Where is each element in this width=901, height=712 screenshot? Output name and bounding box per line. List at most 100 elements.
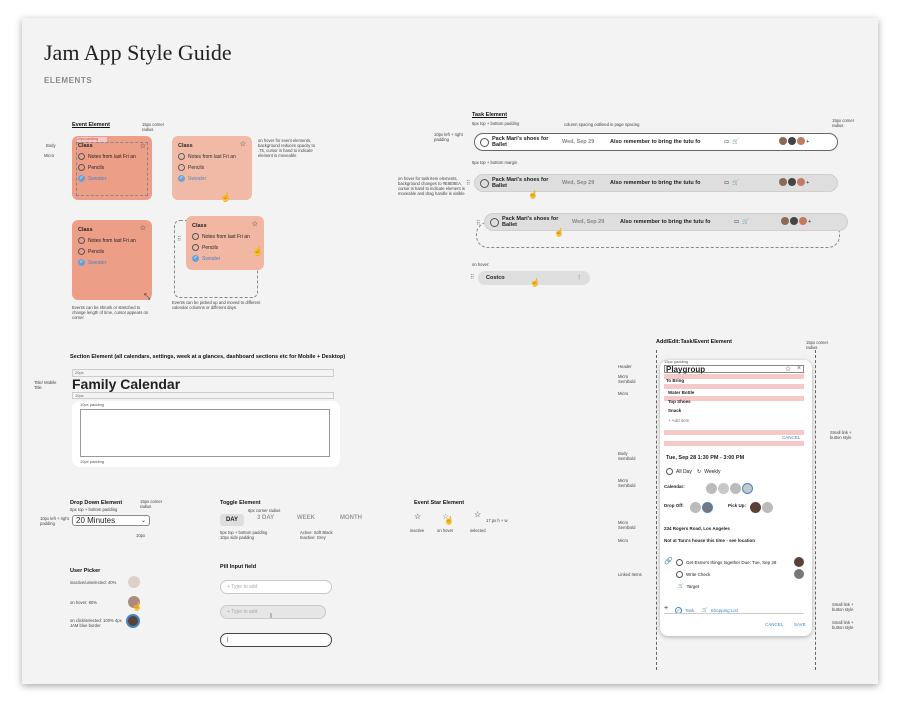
circle-icon[interactable] bbox=[192, 233, 199, 240]
circle-icon[interactable] bbox=[78, 237, 85, 244]
event-card[interactable]: 10px padding Class ☆ Notes from last Fri… bbox=[72, 136, 152, 200]
event-card-resize[interactable]: Class ☆ Notes from last Fri an Pencils ✓… bbox=[72, 220, 152, 302]
avatar[interactable] bbox=[779, 137, 806, 147]
pick-up-avatars[interactable] bbox=[750, 500, 774, 518]
cart-icon[interactable]: 🛒 bbox=[732, 180, 739, 186]
toggle-week[interactable]: WEEK bbox=[297, 515, 315, 521]
add-item-link[interactable]: + Add item bbox=[668, 418, 689, 423]
close-icon[interactable]: × bbox=[797, 365, 801, 372]
avatar[interactable] bbox=[126, 614, 140, 628]
check-icon[interactable]: ✓ bbox=[192, 255, 199, 262]
star-icon[interactable]: ☆ bbox=[240, 140, 246, 148]
list-item[interactable]: Notes from last Fri an bbox=[78, 153, 136, 160]
star-icon[interactable]: ☆ bbox=[140, 224, 146, 232]
calendar-icon[interactable]: ▭ bbox=[734, 219, 739, 225]
form-note[interactable]: Not at Tara's house this time - see loca… bbox=[664, 538, 755, 543]
list-item[interactable]: Pencils bbox=[78, 164, 104, 171]
toggle-month[interactable]: MONTH bbox=[340, 515, 362, 521]
circle-icon[interactable] bbox=[78, 248, 85, 255]
pink-spacer bbox=[664, 374, 804, 379]
list-item[interactable]: ✓ Sweater bbox=[78, 175, 106, 182]
weekly-option[interactable]: ↻ Weekly bbox=[697, 469, 721, 475]
linked-avatars[interactable] bbox=[794, 557, 805, 579]
drop-off-avatars[interactable] bbox=[690, 500, 714, 518]
divider bbox=[664, 613, 804, 614]
circle-icon[interactable] bbox=[178, 164, 185, 171]
list-item[interactable]: Pencils bbox=[192, 244, 218, 251]
pill-input[interactable]: + Type to add bbox=[220, 580, 332, 594]
cart-icon[interactable]: 🛒 bbox=[732, 139, 739, 145]
list-item[interactable]: Notes from last Fri an bbox=[178, 153, 236, 160]
add-icon[interactable]: + bbox=[806, 139, 809, 145]
circle-icon[interactable] bbox=[178, 153, 185, 160]
cancel-link[interactable]: CANCEL bbox=[782, 435, 800, 440]
avatar[interactable] bbox=[781, 217, 808, 227]
form-address[interactable]: 234 Rogers Road, Los Angeles bbox=[664, 526, 730, 531]
list-item[interactable]: ✓ Sweater bbox=[78, 259, 106, 266]
check-icon[interactable]: ✓ bbox=[78, 175, 85, 182]
toggle-day[interactable]: DAY bbox=[220, 514, 244, 526]
task-row[interactable]: Pack Mari's shoes for Ballet Wed, Sep 29… bbox=[474, 133, 838, 151]
more-icon[interactable]: ⋮ bbox=[577, 275, 583, 281]
drag-handle-icon[interactable]: ⠿ bbox=[476, 220, 480, 227]
star-icon[interactable]: ☆ bbox=[252, 220, 258, 228]
avatar[interactable] bbox=[128, 576, 140, 588]
task-checkbox[interactable] bbox=[480, 137, 489, 147]
circle-icon[interactable] bbox=[78, 153, 85, 160]
save-button[interactable]: SAVE bbox=[794, 622, 806, 627]
micro-semibold-label: Micro Semibold bbox=[618, 374, 636, 384]
pill-input-hover[interactable]: + Type to add bbox=[220, 605, 326, 619]
drag-handle-icon[interactable]: ⠿ bbox=[470, 274, 474, 281]
star-icon[interactable]: ☆ bbox=[785, 365, 791, 373]
toggle-3day[interactable]: 3 DAY bbox=[257, 515, 274, 521]
list-item[interactable]: Notes from last Fri an bbox=[192, 233, 250, 240]
add-icon[interactable]: + bbox=[664, 605, 668, 612]
bring-item[interactable]: Water Bottle bbox=[668, 390, 694, 395]
circle-icon[interactable] bbox=[192, 244, 199, 251]
linked-item[interactable]: 🛒 Target bbox=[678, 583, 699, 589]
star-inactive-label: inactive bbox=[410, 528, 425, 533]
bring-item[interactable]: Snack bbox=[668, 408, 681, 413]
header-label: Header bbox=[618, 364, 632, 369]
list-item[interactable]: ✓ Sweater bbox=[192, 255, 220, 262]
star-inactive-icon[interactable]: ☆ bbox=[414, 512, 421, 521]
circle-check-icon[interactable] bbox=[676, 571, 683, 578]
task-row-drag[interactable]: Pack Mari's shoes for Ballet Wed, Sep 29… bbox=[484, 213, 848, 231]
list-item[interactable]: Pencils bbox=[78, 248, 104, 255]
drag-handle-icon[interactable]: ⠿ bbox=[466, 180, 470, 187]
add-icon[interactable]: + bbox=[808, 219, 811, 225]
check-icon[interactable]: ✓ bbox=[78, 259, 85, 266]
event-card-hover[interactable]: Class ☆ Notes from last Fri an Pencils ✓… bbox=[172, 136, 252, 202]
star-icon[interactable]: ☆ bbox=[140, 142, 146, 150]
linked-item[interactable]: Get Esme's things together Due: Tue, Sep… bbox=[676, 559, 776, 566]
avatar[interactable] bbox=[779, 178, 806, 188]
circle-icon[interactable] bbox=[78, 164, 85, 171]
event-card-drag[interactable]: Class ☆ Notes from last Fri an Pencils ✓… bbox=[186, 216, 264, 270]
star-selected-icon[interactable]: ☆ bbox=[474, 510, 481, 519]
pill-input-focus[interactable]: | bbox=[220, 633, 332, 647]
circle-icon[interactable] bbox=[666, 468, 673, 475]
chevron-down-icon[interactable]: ⌄ bbox=[141, 516, 146, 526]
list-item[interactable]: ✓ Sweater bbox=[178, 175, 206, 182]
list-item[interactable]: Notes from last Fri an bbox=[78, 237, 136, 244]
circle-check-icon[interactable] bbox=[676, 559, 683, 566]
linked-item[interactable]: Write Check bbox=[676, 571, 710, 578]
list-item[interactable]: Pencils bbox=[178, 164, 204, 171]
all-day-option[interactable]: All Day bbox=[666, 468, 692, 475]
cart-icon[interactable]: 🛒 bbox=[742, 219, 749, 225]
toggle-title: Toggle Element bbox=[220, 500, 261, 506]
check-icon[interactable]: ✓ bbox=[178, 175, 185, 182]
dropdown-select[interactable]: 20 Minutes ⌄ bbox=[72, 515, 150, 526]
cancel-button[interactable]: CANCEL bbox=[765, 622, 783, 627]
resize-icon[interactable]: ⤡ bbox=[144, 292, 150, 302]
add-icon[interactable]: + bbox=[806, 180, 809, 186]
calendar-avatars[interactable] bbox=[706, 481, 754, 499]
calendar-icon[interactable]: ▭ bbox=[724, 180, 729, 186]
hand-cursor-icon: ☝ bbox=[530, 278, 540, 287]
task-checkbox[interactable] bbox=[480, 178, 489, 188]
bring-item[interactable]: Top Shoes bbox=[668, 399, 691, 404]
calendar-icon[interactable]: ▭ bbox=[724, 139, 729, 145]
form-date[interactable]: Tue, Sep 28 1:30 PM - 3:00 PM bbox=[666, 455, 744, 461]
task-checkbox[interactable] bbox=[490, 217, 499, 227]
drag-handle-icon[interactable]: ⠿ bbox=[177, 236, 181, 243]
